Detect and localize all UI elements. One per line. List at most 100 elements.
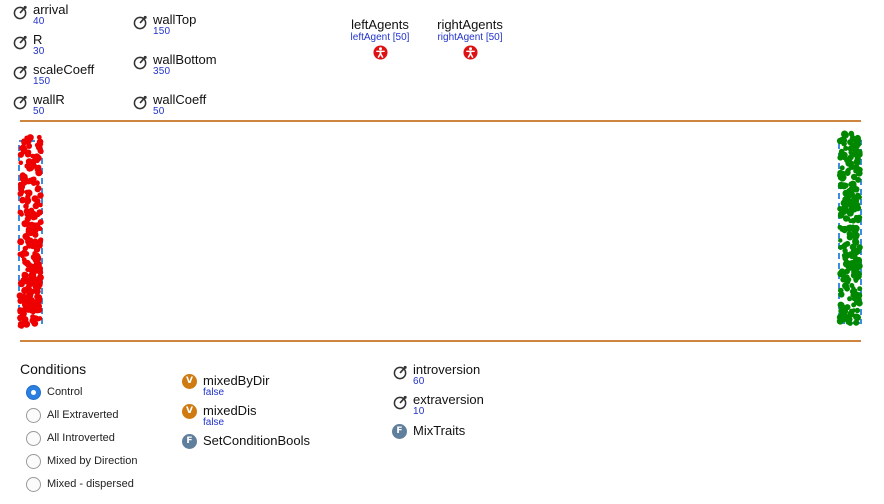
agent-dot <box>845 171 850 176</box>
agent-dot <box>842 215 850 222</box>
agent-dot <box>845 168 851 174</box>
agent-dot <box>31 310 36 315</box>
function-mixtraits[interactable]: F MixTraits <box>392 423 492 441</box>
agent-dot <box>35 211 41 218</box>
agent-dot <box>838 181 844 188</box>
agent-dot <box>35 284 42 291</box>
agent-dot <box>22 250 29 257</box>
agent-dot <box>21 173 28 180</box>
agent-dot <box>852 183 857 188</box>
agent-dot <box>25 304 31 310</box>
agent-dot <box>838 148 845 155</box>
agent-dot <box>856 214 863 221</box>
agent-dot <box>851 286 856 291</box>
agent-dot <box>838 268 846 276</box>
population-right-agents[interactable]: rightAgents rightAgent [50] <box>430 18 510 60</box>
agent-dot <box>35 261 42 268</box>
agent-dot <box>38 237 44 243</box>
agent-dot <box>847 261 855 268</box>
agent-dot <box>856 263 862 269</box>
param-walltop[interactable]: wallTop 150 <box>133 12 253 40</box>
agent-dot <box>856 149 863 156</box>
agent-dot <box>22 259 28 266</box>
agent-dot <box>855 270 861 276</box>
agent-dot <box>852 224 860 233</box>
agent-dot <box>30 254 38 261</box>
agent-population-icon <box>462 45 478 60</box>
agent-dot <box>21 179 28 186</box>
radio-circle[interactable] <box>26 431 41 446</box>
function-setconditionbools[interactable]: F SetConditionBools <box>182 433 332 451</box>
param-wallbottom[interactable]: wallBottom 350 <box>133 52 253 80</box>
agent-dot <box>847 145 855 153</box>
agent-dot <box>28 207 35 214</box>
param-extraversion[interactable]: extraversion 10 <box>393 392 513 420</box>
left-agents-crowd <box>16 134 44 329</box>
agent-dot <box>853 261 860 268</box>
agent-dot <box>35 169 43 177</box>
agent-dot <box>24 189 30 195</box>
agent-dot <box>846 231 853 237</box>
agent-dot <box>17 320 24 327</box>
agent-dot <box>20 278 26 284</box>
param-value: 40 <box>33 16 45 27</box>
variable-mixedbydir[interactable]: V mixedByDir false <box>182 373 322 399</box>
param-r[interactable]: R 30 <box>13 32 123 60</box>
agent-dot <box>33 246 41 253</box>
agent-dot <box>843 257 849 263</box>
agent-dot <box>31 241 39 248</box>
agent-dot <box>849 206 854 211</box>
agent-dot <box>839 152 846 159</box>
radio-circle[interactable] <box>26 385 41 400</box>
param-value: 150 <box>33 76 51 87</box>
agent-dot <box>850 271 858 279</box>
radio-label: Mixed - dispersed <box>47 478 134 490</box>
agent-dot <box>855 259 862 266</box>
param-introversion[interactable]: introversion 60 <box>393 362 513 390</box>
agent-dot <box>20 253 25 259</box>
agent-dot <box>27 134 33 140</box>
radio-circle[interactable] <box>26 454 41 469</box>
agent-dot <box>21 316 29 323</box>
agent-dot <box>837 137 844 144</box>
variable-value: false <box>203 417 225 428</box>
agent-dot <box>24 216 31 223</box>
population-left-agents[interactable]: leftAgents leftAgent [50] <box>340 18 420 60</box>
agent-dot <box>854 250 859 256</box>
agent-dot <box>852 141 859 149</box>
agent-dot <box>844 285 850 292</box>
param-wallcoeff[interactable]: wallCoeff 50 <box>133 92 253 120</box>
agent-dot <box>855 273 862 280</box>
agent-dot <box>28 240 34 247</box>
agent-dot <box>854 157 861 164</box>
agent-dot <box>855 169 863 177</box>
agent-dot <box>853 276 859 283</box>
param-arrival[interactable]: arrival 40 <box>13 2 123 30</box>
radio-circle[interactable] <box>26 477 41 492</box>
agent-dot <box>843 196 849 203</box>
agent-dot <box>29 271 37 279</box>
agent-dot <box>843 182 849 189</box>
agent-dot <box>19 176 26 182</box>
agent-dot <box>852 199 859 206</box>
agent-dot <box>856 244 863 251</box>
agent-dot <box>852 255 858 261</box>
param-scalecoeff[interactable]: scaleCoeff 150 <box>13 62 123 90</box>
agent-dot <box>847 224 853 230</box>
variable-mixeddis[interactable]: V mixedDis false <box>182 403 322 429</box>
agent-dot <box>845 263 851 269</box>
radio-circle[interactable] <box>26 408 41 423</box>
param-wallr[interactable]: wallR 50 <box>13 92 123 120</box>
agent-dot <box>24 211 31 218</box>
agent-dot <box>842 256 848 262</box>
agent-dot <box>854 214 859 220</box>
agent-dot <box>849 232 855 239</box>
agent-dot <box>838 238 843 243</box>
agent-dot <box>38 148 44 155</box>
agent-dot <box>855 292 863 299</box>
parameter-icon <box>133 95 147 110</box>
agent-dot <box>28 306 36 314</box>
agent-dot <box>33 267 40 274</box>
agent-dot <box>23 296 30 304</box>
agent-dot <box>27 231 33 236</box>
